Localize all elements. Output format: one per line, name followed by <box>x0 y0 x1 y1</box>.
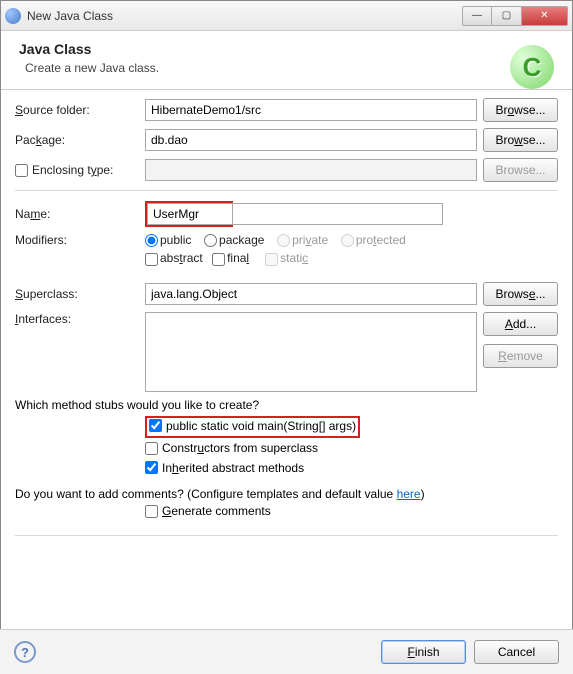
package-row: Package: Browse... <box>15 128 558 152</box>
superclass-row: Superclass: Browse... <box>15 282 558 306</box>
modifier-public[interactable]: public <box>145 233 191 247</box>
close-button[interactable]: ✕ <box>522 6 568 26</box>
stub-constructors-label[interactable]: Constructors from superclass <box>145 441 318 455</box>
package-label: Package: <box>15 133 145 147</box>
configure-templates-link[interactable]: here <box>397 487 421 501</box>
modifier-package[interactable]: package <box>204 233 264 247</box>
cancel-button[interactable]: Cancel <box>474 640 559 664</box>
modifier-final[interactable]: final <box>212 251 249 265</box>
modifiers-label: Modifiers: <box>15 233 145 247</box>
window-title: New Java Class <box>27 9 462 23</box>
comments-question-post: ) <box>421 487 425 501</box>
modifier-abstract[interactable]: abstract <box>145 251 203 265</box>
modifier-static: static <box>265 251 308 265</box>
enclosing-row: Enclosing type: Browse... <box>15 158 558 182</box>
check-abstract[interactable] <box>145 253 158 266</box>
stub-main-checkbox[interactable] <box>149 419 162 432</box>
enclosing-type-checkbox[interactable] <box>15 164 28 177</box>
generate-comments-checkbox[interactable] <box>145 505 158 518</box>
remove-interface-button: Remove <box>483 344 558 368</box>
name-input-ext[interactable] <box>233 203 443 225</box>
interfaces-label: Interfaces: <box>15 312 145 326</box>
enclosing-type-input <box>145 159 477 181</box>
browse-enclosing-button: Browse... <box>483 158 558 182</box>
stub-inherited-label[interactable]: Inherited abstract methods <box>145 461 304 475</box>
generate-comments-label[interactable]: Generate comments <box>145 504 271 518</box>
help-icon[interactable]: ? <box>14 641 36 663</box>
window-controls: — ▢ ✕ <box>462 6 568 26</box>
footer: ? Finish Cancel <box>0 629 573 674</box>
browse-package-button[interactable]: Browse... <box>483 128 558 152</box>
radio-private <box>277 234 290 247</box>
radio-package[interactable] <box>204 234 217 247</box>
minimize-button[interactable]: — <box>462 6 492 26</box>
radio-public[interactable] <box>145 234 158 247</box>
superclass-input[interactable] <box>145 283 477 305</box>
banner: Java Class Create a new Java class. C <box>1 31 572 90</box>
separator-2 <box>15 535 558 536</box>
enclosing-label-text: Enclosing type: <box>32 163 113 177</box>
titlebar: New Java Class — ▢ ✕ <box>1 1 572 31</box>
modifiers-other: abstract final static <box>145 251 558 265</box>
browse-source-button[interactable]: Browse... <box>483 98 558 122</box>
stub-inherited-checkbox[interactable] <box>145 461 158 474</box>
radio-protected <box>341 234 354 247</box>
modifier-protected: protected <box>341 233 406 247</box>
interfaces-listbox[interactable] <box>145 312 477 392</box>
check-final[interactable] <box>212 253 225 266</box>
superclass-label: Superclass: <box>15 287 145 301</box>
stub-constructors-checkbox[interactable] <box>145 442 158 455</box>
add-interface-button[interactable]: Add... <box>483 312 558 336</box>
comments-question-pre: Do you want to add comments? (Configure … <box>15 487 397 501</box>
check-static <box>265 253 278 266</box>
eclipse-icon <box>5 8 21 24</box>
modifier-private: private <box>277 233 328 247</box>
modifiers-visibility: public package private protected <box>145 233 558 247</box>
browse-superclass-button[interactable]: Browse... <box>483 282 558 306</box>
comments-section: Do you want to add comments? (Configure … <box>15 487 558 521</box>
name-row: Name: <box>15 201 558 227</box>
method-stubs-section: Which method stubs would you like to cre… <box>15 398 558 478</box>
interfaces-row: Interfaces: Add... Remove <box>15 312 558 392</box>
stubs-question: Which method stubs would you like to cre… <box>15 398 558 412</box>
name-input[interactable] <box>147 203 233 225</box>
source-folder-label: Source folder: <box>15 103 145 117</box>
source-folder-input[interactable] <box>145 99 477 121</box>
maximize-button[interactable]: ▢ <box>492 6 522 26</box>
package-input[interactable] <box>145 129 477 151</box>
modifiers-row: Modifiers: public package private protec… <box>15 233 558 266</box>
stub-main-label[interactable]: public static void main(String[] args) <box>149 419 356 433</box>
finish-button[interactable]: Finish <box>381 640 466 664</box>
banner-subtitle: Create a new Java class. <box>25 61 554 75</box>
enclosing-type-checkbox-label[interactable]: Enclosing type: <box>15 163 145 177</box>
separator-1 <box>15 190 558 191</box>
banner-heading: Java Class <box>19 41 554 57</box>
source-folder-row: Source folder: Browse... <box>15 98 558 122</box>
form-content: Source folder: Browse... Package: Browse… <box>1 90 572 536</box>
class-icon: C <box>510 45 554 89</box>
name-label: Name: <box>15 207 145 221</box>
